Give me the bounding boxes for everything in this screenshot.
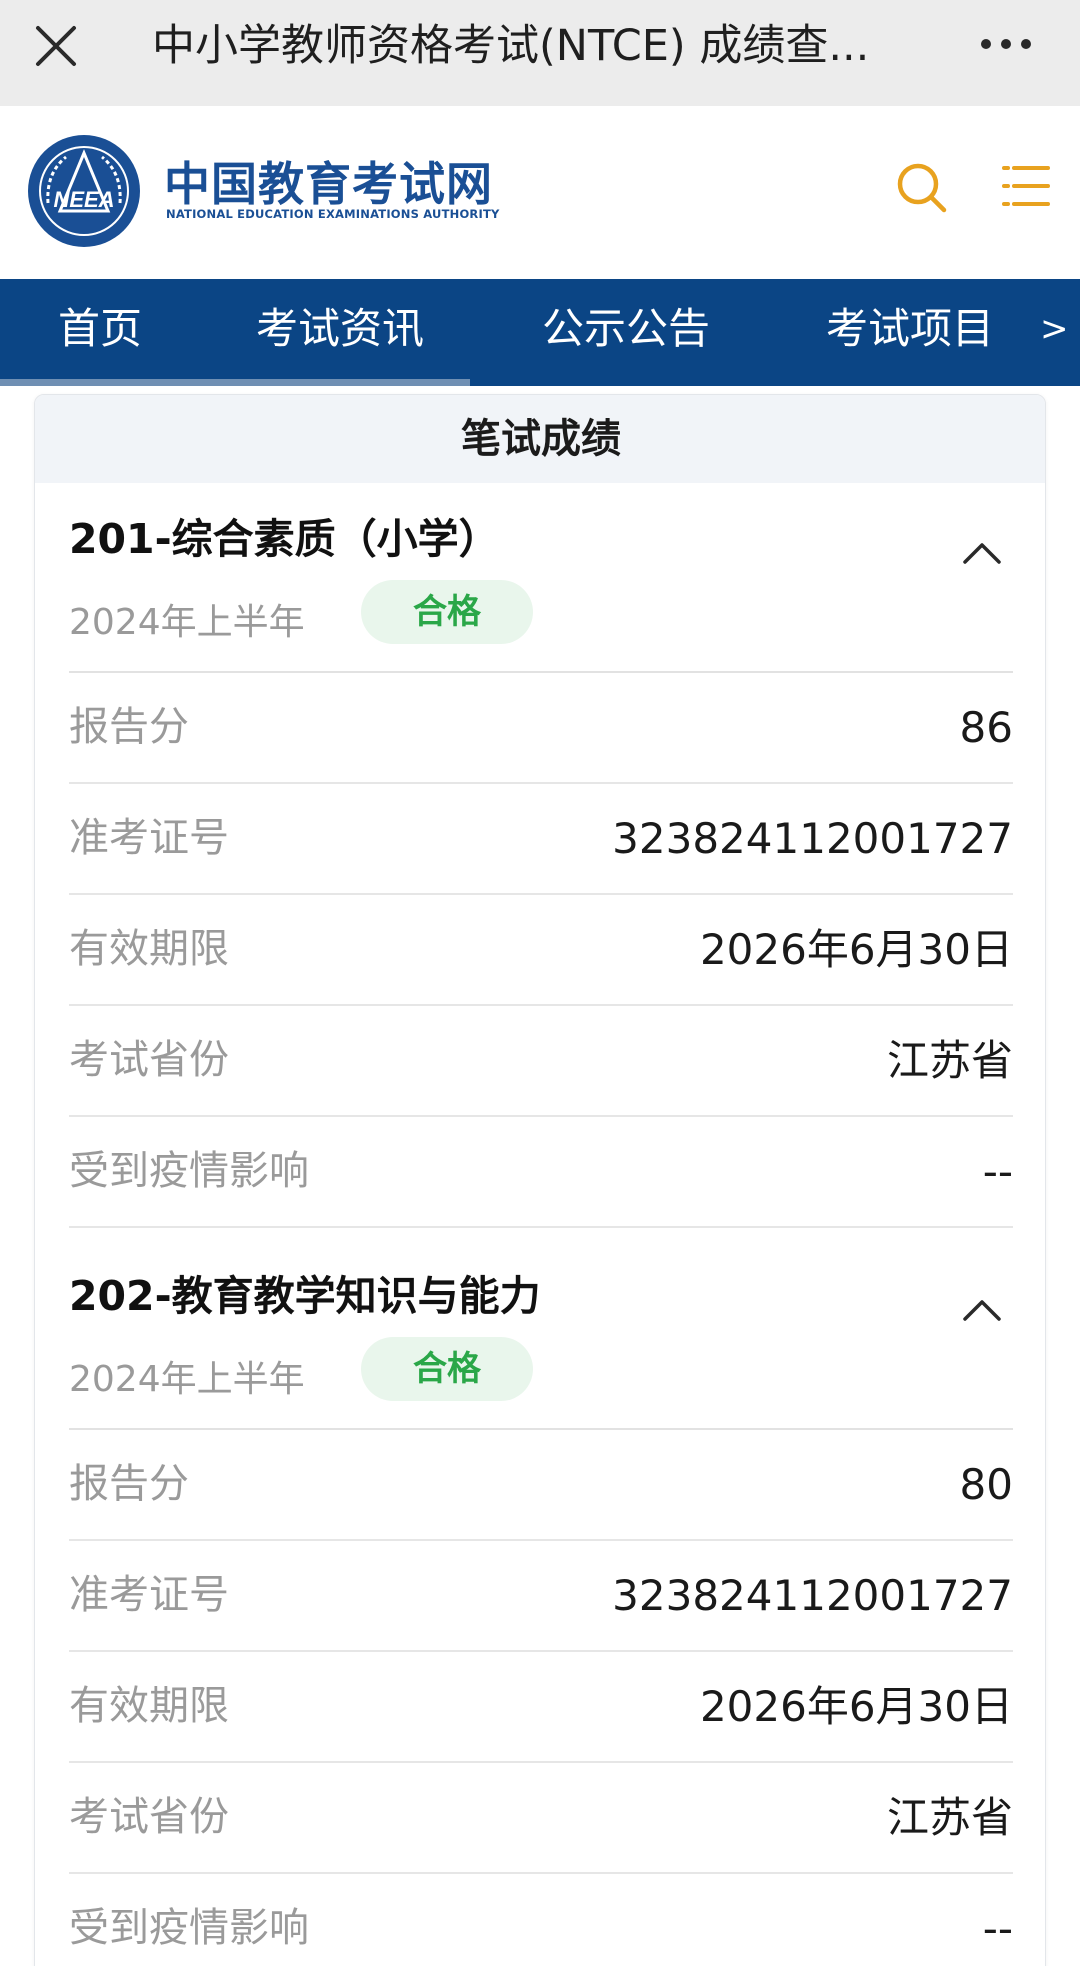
score-row: 报告分 80 [69, 1430, 1013, 1541]
row-label: 报告分 [69, 704, 189, 750]
row-label: 考试省份 [69, 1037, 229, 1083]
validity-row: 有效期限 2026年6月30日 [69, 895, 1013, 1006]
logo-seal-icon[interactable]: NEEA [26, 133, 142, 249]
subject-term: 2024年上半年 [69, 602, 305, 643]
subject-name: 202-教育教学知识与能力 [69, 1272, 541, 1320]
nav-item-notices[interactable]: 公示公告 [542, 279, 710, 379]
admission-number-row: 准考证号 323824112001727 [69, 784, 1013, 895]
seal-text: NEEA [53, 187, 114, 212]
row-value: 323824112001727 [612, 814, 1013, 863]
row-value: -- [982, 1147, 1013, 1196]
row-value: 86 [959, 703, 1013, 752]
row-label: 报告分 [69, 1461, 189, 1507]
nav-item-home[interactable]: 首页 [58, 279, 142, 379]
province-row: 考试省份 江苏省 [69, 1006, 1013, 1117]
epidemic-affected-row: 受到疫情影响 -- [69, 1874, 1013, 1966]
row-value: 323824112001727 [612, 1571, 1013, 1620]
row-label: 考试省份 [69, 1794, 229, 1840]
status-badge: 合格 [361, 1337, 533, 1401]
browser-title-bar: 中小学教师资格考试(NTCE) 成绩查... [0, 0, 1080, 106]
row-label: 有效期限 [69, 1683, 229, 1729]
row-value: 2026年6月30日 [699, 1682, 1013, 1731]
status-badge: 合格 [361, 580, 533, 644]
admission-number-row: 准考证号 323824112001727 [69, 1541, 1013, 1652]
close-icon[interactable] [30, 20, 82, 72]
row-value: 江苏省 [886, 1036, 1013, 1085]
row-label: 准考证号 [69, 815, 229, 861]
subject-term: 2024年上半年 [69, 1359, 305, 1400]
page-title: 中小学教师资格考试(NTCE) 成绩查... [152, 21, 870, 71]
nav-scrollbar[interactable] [0, 379, 1080, 386]
written-score-card: 笔试成绩 201-综合素质（小学） 2024年上半年 合格 报告分 86 准考证… [34, 394, 1046, 1966]
chevron-up-icon[interactable] [959, 531, 1005, 577]
row-value: 江苏省 [886, 1793, 1013, 1842]
menu-icon[interactable] [998, 158, 1054, 214]
epidemic-affected-row: 受到疫情影响 -- [69, 1117, 1013, 1228]
row-value: 2026年6月30日 [699, 925, 1013, 974]
logo-subtitle: NATIONAL EDUCATION EXAMINATIONS AUTHORIT… [166, 207, 500, 221]
province-row: 考试省份 江苏省 [69, 1763, 1013, 1874]
card-title: 笔试成绩 [461, 416, 621, 462]
row-label: 受到疫情影响 [69, 1148, 309, 1194]
nav-item-news[interactable]: 考试资讯 [256, 279, 424, 379]
site-header: NEEA 中国教育考试网 NATIONAL EDUCATION EXAMINAT… [0, 106, 1080, 279]
nav-scroll-thumb[interactable] [0, 379, 470, 386]
row-label: 准考证号 [69, 1572, 229, 1618]
nav-item-exams[interactable]: 考试项目 [826, 279, 994, 379]
card-header: 笔试成绩 [35, 395, 1045, 483]
validity-row: 有效期限 2026年6月30日 [69, 1652, 1013, 1763]
chevron-up-icon[interactable] [959, 1288, 1005, 1334]
row-label: 有效期限 [69, 926, 229, 972]
nav-next-button[interactable]: > [1040, 279, 1069, 379]
row-value: -- [982, 1904, 1013, 1953]
main-nav: 首页 考试资讯 公示公告 考试项目 > [0, 279, 1080, 386]
row-value: 80 [959, 1460, 1013, 1509]
row-label: 受到疫情影响 [69, 1905, 309, 1951]
score-row: 报告分 86 [69, 673, 1013, 784]
logo-title[interactable]: 中国教育考试网 [164, 148, 493, 214]
more-icon[interactable] [976, 24, 1036, 64]
search-icon[interactable] [894, 160, 950, 216]
subject-name: 201-综合素质（小学） [69, 515, 500, 563]
